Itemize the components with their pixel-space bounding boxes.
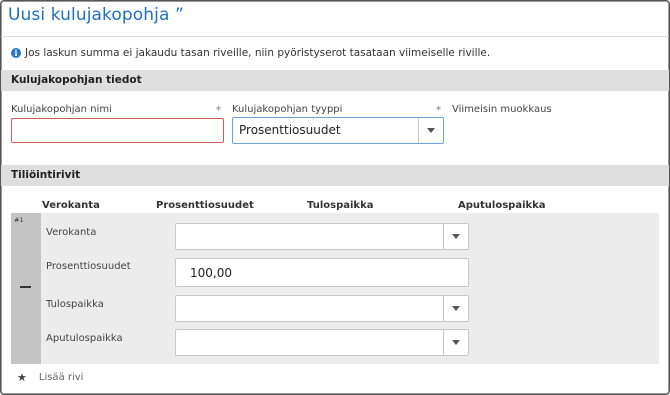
star-icon: ★ [17, 371, 27, 384]
title-divider [1, 36, 669, 37]
column-header-aputulospaikka: Aputulospaikka [458, 200, 546, 211]
dialog-frame: Uusi kulujakopohja ” i Jos laskun summa … [0, 0, 670, 395]
info-text: Jos laskun summa ei jakaudu tasan riveil… [25, 47, 491, 59]
row-percent-input[interactable] [175, 258, 469, 287]
section-header-rows: Tiliöintirivit [1, 165, 669, 186]
page-title: Uusi kulujakopohja ” [8, 5, 184, 25]
last-modified-label: Viimeisin muokkaus [452, 104, 552, 115]
type-select-value: Prosenttiosuudet [239, 123, 341, 137]
row-drag-handle[interactable]: #1 [11, 213, 41, 364]
column-header-tulospaikka: Tulospaikka [307, 200, 374, 211]
column-header-prosenttiosuudet: Prosenttiosuudet [156, 200, 254, 211]
chevron-down-icon [427, 128, 435, 133]
name-required-marker: * [216, 105, 221, 116]
row-cost-center-dropdown-button[interactable] [443, 296, 468, 321]
type-label: Kulujakopohjan tyyppi [232, 104, 343, 115]
row-vat-dropdown-button[interactable] [443, 224, 468, 249]
type-select-dropdown-button[interactable] [418, 118, 443, 143]
add-row-label: Lisää rivi [38, 372, 84, 383]
column-header-verokanta: Verokanta [42, 200, 100, 211]
chevron-down-icon [452, 340, 460, 345]
add-row-button[interactable]: ★ Lisää rivi [17, 371, 83, 384]
row-vat-label: Verokanta [46, 227, 97, 238]
row-aux-cost-center-dropdown-button[interactable] [443, 330, 468, 355]
type-select[interactable]: Prosenttiosuudet [232, 117, 444, 144]
row-percent-label: Prosenttiosuudet [46, 261, 131, 272]
name-label: Kulujakopohjan nimi [11, 104, 112, 115]
section-header-details: Kulujakopohjan tiedot [1, 70, 669, 91]
allocation-row: #1 Verokanta Prosenttiosuudet Tulospaikk… [11, 213, 659, 364]
chevron-down-icon [452, 306, 460, 311]
chevron-down-icon [452, 234, 460, 239]
row-cost-center-select[interactable] [175, 295, 469, 322]
type-required-marker: * [436, 105, 441, 116]
collapse-row-icon[interactable] [20, 286, 31, 288]
info-message: i Jos laskun summa ei jakaudu tasan rive… [11, 47, 490, 59]
row-aux-cost-center-select[interactable] [175, 329, 469, 356]
row-number: #1 [14, 216, 24, 224]
name-input[interactable] [11, 118, 224, 143]
info-icon: i [11, 48, 21, 58]
row-aux-cost-center-label: Aputulospaikka [46, 333, 123, 344]
row-vat-select[interactable] [175, 223, 469, 250]
row-cost-center-label: Tulospaikka [46, 299, 104, 310]
